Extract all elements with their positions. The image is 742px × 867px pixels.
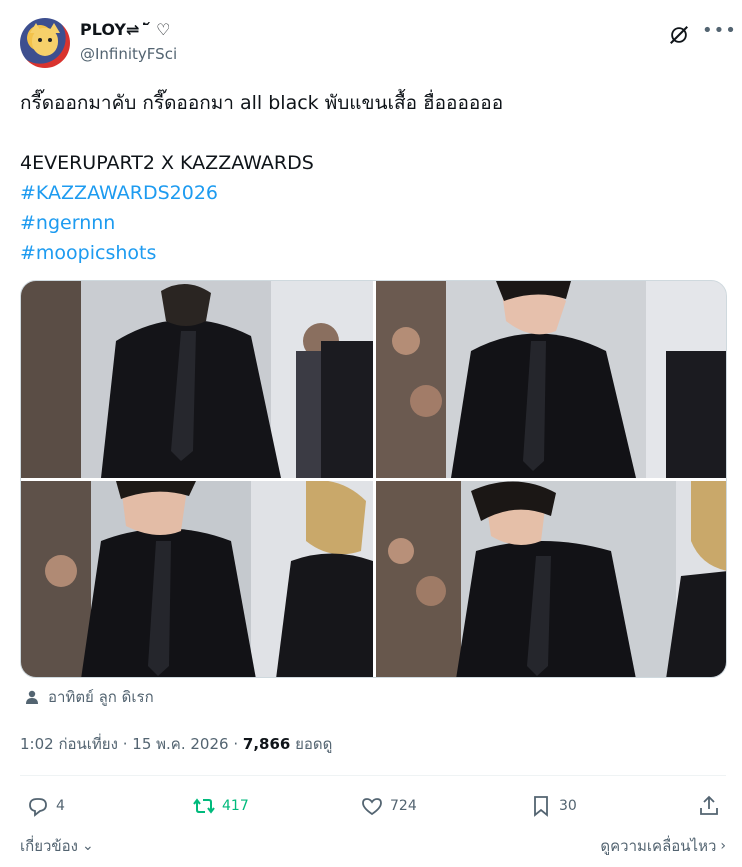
retweet-count: 417 xyxy=(222,798,249,814)
bookmark-button[interactable]: 30 xyxy=(529,792,577,820)
meta-separator: · xyxy=(233,735,239,753)
reply-count: 4 xyxy=(56,798,65,814)
see-activity-link[interactable]: ดูความเคลื่อนไหว › xyxy=(600,834,726,858)
grok-icon[interactable] xyxy=(668,24,690,46)
see-activity-label: ดูความเคลื่อนไหว xyxy=(600,837,717,855)
views-label: ยอดดู xyxy=(295,735,333,753)
reply-button[interactable]: 4 xyxy=(26,792,65,820)
meta-separator: · xyxy=(122,735,128,753)
more-options-icon[interactable]: ••• xyxy=(702,22,736,46)
person-icon xyxy=(26,690,38,704)
share-icon xyxy=(700,795,718,815)
chevron-right-icon: › xyxy=(720,838,726,854)
tweet-line-1: กรี๊ดออกมาคับ กรี๊ดออกมา all black พับแข… xyxy=(20,92,504,114)
retweet-icon xyxy=(193,798,215,814)
related-link[interactable]: เกี่ยวข้อง ⌄ xyxy=(20,834,94,858)
media-grid xyxy=(20,280,727,678)
retweet-button[interactable]: 417 xyxy=(192,792,249,820)
like-count: 724 xyxy=(390,798,417,814)
tweet-time[interactable]: 1:02 ก่อนเที่ยง xyxy=(20,735,118,753)
tweet-header: PLOY⇌ ͘ ᷄ ♡ @InfinityFSci ••• xyxy=(20,14,736,70)
action-bar: 4 417 724 30 xyxy=(20,792,726,820)
tweet-line-2: 4EVERUPART2 X KAZZAWARDS xyxy=(20,152,314,174)
views-count: 7,866 xyxy=(242,735,291,753)
tweet-text: กรี๊ดออกมาคับ กรี๊ดออกมา all black พับแข… xyxy=(20,88,726,268)
tweet-photo-1[interactable] xyxy=(21,281,373,478)
divider xyxy=(20,775,726,776)
tagged-people-label: อาทิตย์ ลูก ดิเรก xyxy=(48,688,154,706)
like-button[interactable]: 724 xyxy=(360,792,417,820)
bookmark-count: 30 xyxy=(559,798,577,814)
hashtag-link[interactable]: #KAZZAWARDS2026 xyxy=(20,178,726,208)
author-handle[interactable]: @InfinityFSci xyxy=(80,45,177,63)
avatar[interactable] xyxy=(20,18,70,68)
reply-icon xyxy=(29,798,47,817)
heart-icon xyxy=(362,798,382,816)
chevron-down-icon: ⌄ xyxy=(82,838,94,854)
photo-tag-location[interactable]: อาทิตย์ ลูก ดิเรก xyxy=(24,686,154,708)
hashtag-link[interactable]: #ngernnn xyxy=(20,208,726,238)
tweet-photo-4[interactable] xyxy=(376,481,726,677)
related-label: เกี่ยวข้อง xyxy=(20,837,79,855)
tweet-meta: 1:02 ก่อนเที่ยง · 15 พ.ค. 2026 · 7,866 ย… xyxy=(20,732,332,756)
bookmark-icon xyxy=(534,796,548,817)
tweet-date[interactable]: 15 พ.ค. 2026 xyxy=(132,735,228,753)
author-display-name[interactable]: PLOY⇌ ͘ ᷄ ♡ xyxy=(80,20,170,39)
share-button[interactable] xyxy=(697,792,727,820)
tweet-footer: เกี่ยวข้อง ⌄ ดูความเคลื่อนไหว › xyxy=(20,834,726,858)
hashtag-link[interactable]: #moopicshots xyxy=(20,238,726,268)
tweet-photo-2[interactable] xyxy=(376,281,726,478)
tweet-photo-3[interactable] xyxy=(21,481,373,677)
